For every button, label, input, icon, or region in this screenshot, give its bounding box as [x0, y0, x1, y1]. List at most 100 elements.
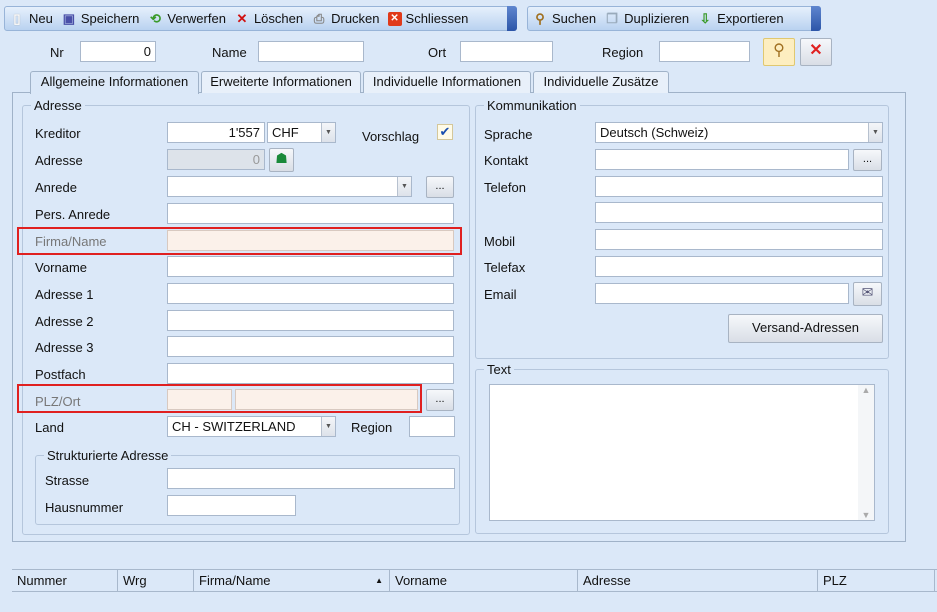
search-icon: ⚲: [535, 10, 545, 26]
adresse3-input[interactable]: [167, 336, 454, 357]
group-title: Kommunikation: [484, 98, 580, 113]
telefon2-input[interactable]: [595, 202, 883, 223]
kreditor-input[interactable]: 1'557: [167, 122, 265, 143]
discard-icon: ⟲: [149, 10, 161, 26]
plz-input[interactable]: [167, 389, 232, 410]
adresse-input: 0: [167, 149, 265, 170]
duplicate-button[interactable]: ❐ Duplizieren: [604, 11, 689, 27]
print-button[interactable]: ⎙ Drucken: [311, 11, 380, 27]
close-red-icon: ✕: [387, 11, 402, 26]
address-book-icon: ☗: [275, 150, 288, 166]
grid-divider: [12, 591, 937, 592]
strasse-label: Strasse: [45, 473, 90, 488]
tab-allgemeine[interactable]: Allgemeine Informationen: [30, 71, 199, 94]
firma-label: Firma/Name: [35, 234, 107, 249]
telefax-input[interactable]: [595, 256, 883, 277]
discard-button[interactable]: ⟲ Verwerfen: [147, 11, 226, 27]
export-icon: ⇩: [699, 10, 711, 26]
export-button[interactable]: ⇩ Exportieren: [697, 10, 784, 27]
adresse2-label: Adresse 2: [35, 314, 94, 329]
toolbar-overflow-grip[interactable]: [811, 6, 821, 31]
delete-button[interactable]: ✕ Löschen: [234, 10, 304, 27]
hausnummer-input[interactable]: [167, 495, 296, 516]
versand-adressen-button[interactable]: Versand-Adressen: [728, 314, 883, 343]
email-send-button[interactable]: ✉: [853, 282, 882, 306]
mobil-label: Mobil: [484, 234, 516, 249]
toolbar: ▯ Neu ▣ Speichern ⟲ Verwerfen ✕ Löschen ⎙ Dru…: [4, 6, 517, 31]
new-button[interactable]: ▯ Neu: [9, 11, 52, 27]
group-title: Adresse: [31, 98, 85, 113]
search-go-button[interactable]: ⚲: [763, 38, 795, 66]
strasse-input[interactable]: [167, 468, 455, 489]
email-label: Email: [484, 287, 517, 302]
tab-individuelle-informationen[interactable]: Individuelle Informationen: [363, 71, 531, 93]
vorschlag-checkbox[interactable]: ✔: [437, 124, 453, 140]
kontakt-input[interactable]: [595, 149, 849, 170]
mobil-input[interactable]: [595, 229, 883, 250]
land-region-label: Region: [351, 420, 393, 435]
region-label: Region: [602, 45, 644, 60]
anrede-label: Anrede: [35, 180, 77, 195]
column-vorname[interactable]: Vorname: [390, 570, 578, 591]
land-combo[interactable]: CH - SWITZERLAND ▼: [167, 416, 336, 437]
adresse1-input[interactable]: [167, 283, 454, 304]
clear-search-button[interactable]: ✕: [800, 38, 832, 66]
column-firma-name[interactable]: Firma/Name ▲: [194, 570, 390, 591]
column-wrg[interactable]: Wrg: [118, 570, 194, 591]
hausnummer-label: Hausnummer: [45, 500, 124, 515]
adresse-label: Adresse: [35, 153, 83, 168]
telefon-label: Telefon: [484, 180, 526, 195]
pers-anrede-input[interactable]: [167, 203, 454, 224]
vorschlag-label: Vorschlag: [362, 129, 420, 144]
ort-input[interactable]: [460, 41, 553, 62]
tab-individuelle-zusaetze[interactable]: Individuelle Zusätze: [533, 71, 669, 93]
region-input[interactable]: [659, 41, 750, 62]
vorname-label: Vorname: [35, 260, 88, 275]
postfach-input[interactable]: [167, 363, 454, 384]
scrollbar[interactable]: ▲ ▼: [858, 385, 874, 520]
ort-label: Ort: [428, 45, 447, 60]
toolbar-2: ⚲ Suchen ❐ Duplizieren ⇩ Exportieren: [527, 6, 821, 31]
save-button[interactable]: ▣ Speichern: [61, 11, 140, 27]
plz-label: PLZ/Ort: [35, 394, 81, 409]
search-button[interactable]: ⚲ Suchen: [532, 11, 596, 27]
column-plz[interactable]: PLZ: [818, 570, 935, 591]
text-area[interactable]: ▲ ▼: [489, 384, 875, 521]
chevron-down-icon: ▼: [321, 417, 335, 436]
close-icon: ✕: [809, 42, 823, 59]
plz-more-button[interactable]: ...: [426, 389, 454, 411]
group-title: Strukturierte Adresse: [44, 448, 172, 463]
sprache-combo[interactable]: Deutsch (Schweiz) ▼: [595, 122, 883, 143]
land-label: Land: [35, 420, 64, 435]
currency-combo[interactable]: CHF ▼: [267, 122, 336, 143]
anrede-more-button[interactable]: ...: [426, 176, 454, 198]
firma-input[interactable]: [167, 230, 454, 251]
ort-input[interactable]: [235, 389, 418, 410]
group-title: Text: [484, 362, 514, 377]
land-region-input[interactable]: [409, 416, 455, 437]
address-lookup-button[interactable]: ☗: [269, 148, 294, 172]
telefon-input[interactable]: [595, 176, 883, 197]
toolbar-overflow-grip[interactable]: [507, 6, 517, 31]
vorname-input[interactable]: [167, 256, 454, 277]
column-nummer[interactable]: Nummer: [12, 570, 118, 591]
column-adresse[interactable]: Adresse: [578, 570, 818, 591]
kreditor-label: Kreditor: [35, 126, 81, 141]
nr-input[interactable]: 0: [80, 41, 156, 62]
anrede-combo[interactable]: ▼: [167, 176, 412, 197]
envelope-icon: ✉: [861, 284, 874, 300]
tab-erweiterte[interactable]: Erweiterte Informationen: [201, 71, 361, 93]
adresse3-label: Adresse 3: [35, 340, 94, 355]
name-label: Name: [212, 45, 247, 60]
name-input[interactable]: [258, 41, 364, 62]
postfach-label: Postfach: [35, 367, 86, 382]
kontakt-more-button[interactable]: ...: [853, 149, 882, 171]
delete-x-icon: ✕: [236, 10, 248, 26]
email-input[interactable]: [595, 283, 849, 304]
chevron-down-icon: ▼: [321, 123, 335, 142]
sprache-label: Sprache: [484, 127, 533, 142]
close-button[interactable]: ✕ Schliessen: [387, 11, 468, 26]
duplicate-icon: ❐: [606, 10, 618, 26]
telefax-label: Telefax: [484, 260, 526, 275]
adresse2-input[interactable]: [167, 310, 454, 331]
